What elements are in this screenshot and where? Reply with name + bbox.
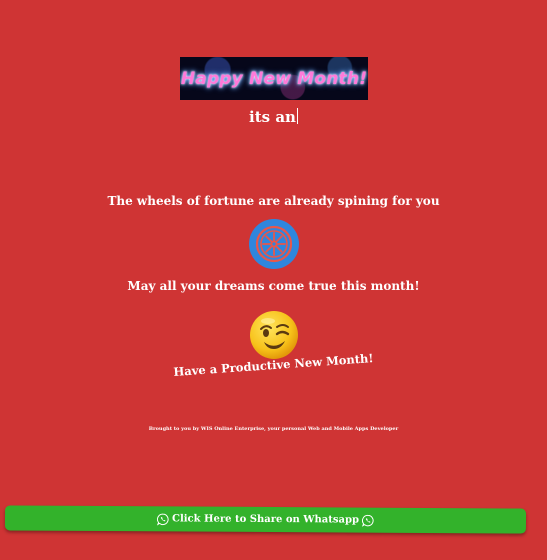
whatsapp-icon bbox=[156, 513, 169, 525]
share-button-label: Click Here to Share on Whatsapp bbox=[171, 513, 360, 526]
share-whatsapp-button[interactable]: Click Here to Share on Whatsapp bbox=[4, 505, 527, 534]
typed-greeting-text: its an bbox=[249, 108, 296, 126]
typed-greeting: its an bbox=[0, 108, 547, 126]
credit-text: Brought to you by WIS Online Enterprise,… bbox=[148, 426, 399, 432]
wheel-icon bbox=[248, 218, 300, 270]
winking-face-icon bbox=[248, 309, 300, 361]
typing-cursor bbox=[296, 108, 298, 124]
whatsapp-icon bbox=[361, 514, 374, 527]
happy-new-month-banner: Happy New Month! bbox=[180, 57, 368, 100]
fortune-message: The wheels of fortune are already spinin… bbox=[107, 194, 440, 208]
banner-text: Happy New Month! bbox=[180, 68, 368, 89]
dreams-message: May all your dreams come true this month… bbox=[127, 279, 420, 293]
